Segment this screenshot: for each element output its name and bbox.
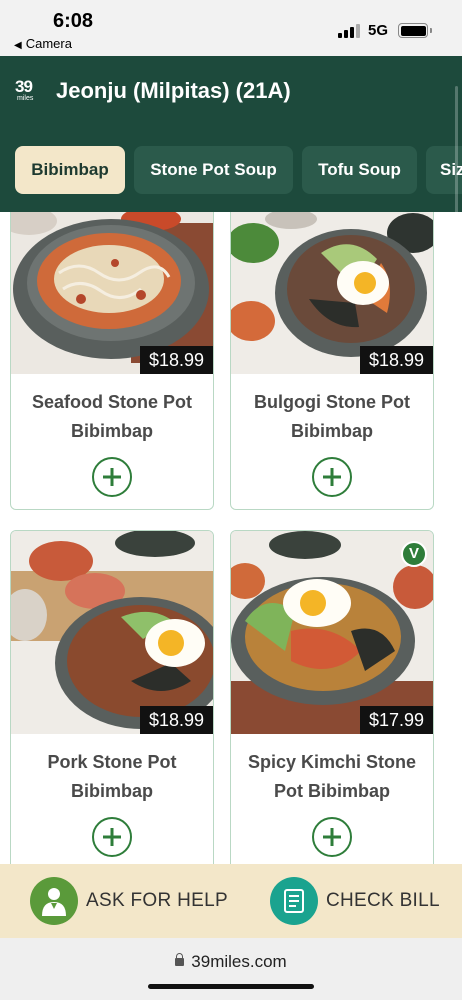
dish-name: Pork Stone Pot Bibimbap [47, 752, 177, 801]
tab-bibimbap[interactable]: Bibimbap [15, 146, 125, 194]
price-tag: $18.99 [139, 706, 213, 734]
waiter-icon [30, 877, 78, 925]
add-to-order-button[interactable] [312, 817, 352, 857]
dish-name: Seafood Stone Pot Bibimbap [31, 392, 192, 441]
cellular-signal-icon [338, 24, 360, 38]
check-bill-label: CHECK BILL [326, 890, 440, 911]
tab-stone-pot-soup[interactable]: Stone Pot Soup [134, 146, 293, 194]
pork-bibimbap-image [11, 531, 213, 734]
menu-grid: $18.99 Seafood Stone Pot Bibimbap $18.99 [0, 212, 462, 864]
browser-address-bar[interactable]: 39miles.com [0, 938, 462, 1000]
logo-number: 39 [15, 77, 33, 96]
dish-name: Bulgogi Stone Pot Bibimbap [254, 392, 410, 441]
receipt-icon [270, 877, 318, 925]
price-tag: $18.99 [139, 346, 213, 374]
page-title: Jeonju (Milpitas) (21A) [56, 78, 291, 103]
category-tabs: Bibimbap Stone Pot Soup Tofu Soup Sizzli… [0, 146, 462, 194]
brand-logo: 39 miles [15, 78, 45, 106]
tab-tofu-soup[interactable]: Tofu Soup [302, 146, 417, 194]
vegetarian-badge-icon: V [401, 541, 427, 567]
price-tag: $17.99 [359, 706, 433, 734]
dish-name: Spicy Kimchi Stone Pot Bibimbap [247, 752, 417, 801]
back-arrow-icon: ◀ [14, 40, 22, 51]
add-to-order-button[interactable] [92, 457, 132, 497]
action-bar: ASK FOR HELP CHECK BILL [0, 864, 462, 938]
menu-item-card[interactable]: $18.99 Pork Stone Pot Bibimbap [10, 530, 214, 864]
battery-icon [398, 23, 432, 38]
menu-item-card[interactable]: V $17.99 Spicy Kimchi Stone Pot Bibimbap [230, 530, 434, 864]
dish-photo: V [231, 531, 433, 734]
ask-for-help-button[interactable]: ASK FOR HELP [30, 864, 228, 938]
url-display[interactable]: 39miles.com [0, 952, 462, 972]
add-to-order-button[interactable] [92, 817, 132, 857]
status-time: 6:08 [53, 10, 94, 32]
menu-item-card[interactable]: $18.99 Bulgogi Stone Pot Bibimbap [230, 212, 434, 510]
status-bar: 6:08 ◀ Camera 5G [0, 0, 462, 56]
url-text: 39miles.com [191, 952, 287, 971]
price-tag: $18.99 [359, 346, 433, 374]
check-bill-button[interactable]: CHECK BILL [270, 864, 440, 938]
restaurant-header: 39 miles Jeonju (Milpitas) (21A) Bibimba… [0, 56, 462, 236]
home-indicator[interactable] [148, 984, 314, 989]
back-app-label: Camera [25, 36, 72, 51]
ask-for-help-label: ASK FOR HELP [86, 890, 228, 911]
back-to-app-button[interactable]: ◀ Camera [14, 36, 72, 51]
menu-item-card[interactable]: $18.99 Seafood Stone Pot Bibimbap [10, 212, 214, 510]
network-type: 5G [368, 22, 389, 39]
lock-icon [175, 953, 185, 966]
add-to-order-button[interactable] [312, 457, 352, 497]
dish-photo [11, 531, 213, 734]
logo-word: miles [17, 95, 34, 102]
